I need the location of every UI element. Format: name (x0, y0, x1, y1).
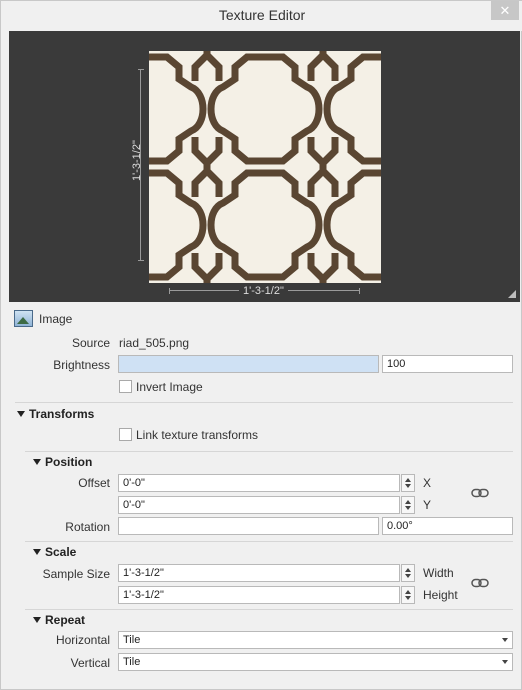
rotation-input[interactable]: 0.00° (382, 517, 513, 535)
height-dimension-label: 1'-3-1/2" (131, 140, 143, 181)
collapse-triangle-icon (33, 617, 41, 623)
scale-width-input[interactable]: 1'-3-1/2" (118, 564, 400, 582)
link-chain-icon[interactable] (471, 488, 489, 498)
brightness-input[interactable]: 100 (382, 355, 513, 373)
divider (25, 541, 513, 542)
divider (25, 451, 513, 452)
offset-y-spinner[interactable] (401, 496, 415, 514)
rotation-label: Rotation (65, 520, 110, 534)
link-transforms-checkbox[interactable] (119, 428, 132, 441)
offset-y-label: Y (423, 498, 432, 512)
horizontal-label: Horizontal (55, 633, 110, 647)
repeat-header[interactable]: Repeat (33, 613, 85, 627)
chevron-down-icon (502, 638, 508, 642)
link-transforms-label: Link texture transforms (136, 428, 259, 442)
texture-swatch (149, 51, 381, 283)
collapse-triangle-icon (17, 411, 25, 417)
offset-x-label: X (423, 476, 432, 490)
scale-height-spinner[interactable] (401, 586, 415, 604)
collapse-triangle-icon (33, 459, 41, 465)
width-dimension-label: 1'-3-1/2" (239, 285, 288, 297)
scale-height-label: Height (423, 588, 458, 602)
offset-x-input[interactable]: 0'-0" (118, 474, 400, 492)
scale-width-label: Width (423, 566, 454, 580)
sample-size-label: Sample Size (42, 567, 110, 581)
rotation-slider[interactable] (118, 517, 379, 535)
close-button[interactable]: ✕ (491, 1, 519, 20)
invert-image-checkbox[interactable] (119, 380, 132, 393)
position-header[interactable]: Position (33, 455, 92, 469)
offset-label: Offset (78, 476, 110, 490)
link-chain-icon[interactable] (471, 578, 489, 588)
vertical-label: Vertical (70, 656, 110, 670)
brightness-slider[interactable] (118, 355, 379, 373)
scale-height-input[interactable]: 1'-3-1/2" (118, 586, 400, 604)
texture-preview[interactable]: 1'-3-1/2" 1'-3-1/2" (9, 31, 520, 302)
window-title: Texture Editor (218, 7, 306, 23)
texture-pattern (149, 51, 381, 283)
scale-header[interactable]: Scale (33, 545, 76, 559)
chevron-down-icon (502, 660, 508, 664)
invert-image-label: Invert Image (136, 380, 203, 394)
brightness-label: Brightness (53, 358, 110, 372)
image-header: Image (39, 312, 73, 326)
offset-y-input[interactable]: 0'-0" (118, 496, 400, 514)
transforms-header[interactable]: Transforms (17, 407, 94, 421)
divider (15, 402, 513, 403)
scale-width-spinner[interactable] (401, 564, 415, 582)
horizontal-repeat-select[interactable]: Tile (118, 631, 513, 649)
collapse-triangle-icon (33, 549, 41, 555)
source-label: Source (71, 336, 110, 350)
divider (25, 609, 513, 610)
source-value: riad_505.png (119, 336, 190, 350)
title-bar: Texture Editor ✕ (1, 1, 522, 31)
image-icon[interactable] (14, 310, 33, 327)
offset-x-spinner[interactable] (401, 474, 415, 492)
resize-grip-icon[interactable] (508, 290, 516, 298)
vertical-repeat-select[interactable]: Tile (118, 653, 513, 671)
